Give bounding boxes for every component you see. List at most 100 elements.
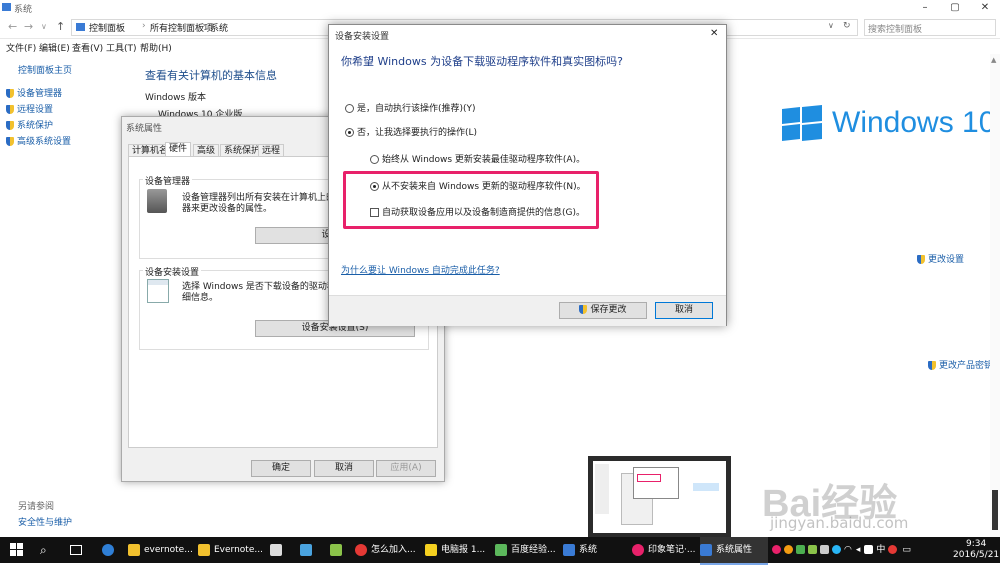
- wifi-icon: ◠: [844, 545, 852, 555]
- store-icon[interactable]: [270, 537, 286, 563]
- sysprop-title: 系统属性: [126, 124, 163, 134]
- sidebar-item-label: 设备管理器: [17, 89, 63, 99]
- save-changes-button[interactable]: 保存更改: [559, 302, 647, 319]
- see-also-security-link[interactable]: 安全性与维护: [18, 515, 72, 528]
- breadcrumb-system[interactable]: 系统: [210, 21, 228, 34]
- shield-tray-icon: [820, 545, 829, 554]
- apply-button[interactable]: 应用(A): [376, 460, 436, 477]
- menu-help[interactable]: 帮助(H): [140, 41, 172, 54]
- search-icon[interactable]: ⌕: [40, 537, 47, 563]
- tray-app-icon: [808, 545, 817, 554]
- forward-icon[interactable]: →: [24, 20, 33, 33]
- tray-app-icon: [796, 545, 805, 554]
- taskbar-item-evernote-1[interactable]: evernote...: [128, 537, 193, 563]
- change-product-key-link[interactable]: 更改产品密钥: [928, 358, 993, 371]
- device-manager-group-label: 设备管理器: [143, 174, 193, 187]
- dialog-title: 设备安装设置: [335, 32, 390, 42]
- sidebar-item-advanced[interactable]: 高级系统设置: [6, 134, 71, 147]
- edge-icon[interactable]: [102, 537, 118, 563]
- clock[interactable]: 9:34 2016/5/21: [953, 539, 999, 561]
- start-button[interactable]: [10, 537, 32, 563]
- option-no-radio[interactable]: 否，让我选择要执行的操作(L): [345, 125, 477, 138]
- shield-icon: [6, 89, 14, 98]
- baidu-app-icon: [495, 543, 507, 556]
- stack-app-icon[interactable]: [330, 537, 346, 563]
- shield-icon: [917, 255, 925, 264]
- menu-tools[interactable]: 工具(T): [106, 41, 137, 54]
- sidebar-home-link[interactable]: 控制面板主页: [18, 63, 72, 76]
- menu-file[interactable]: 文件(F): [6, 41, 36, 54]
- sidebar-item-label: 远程设置: [17, 105, 54, 115]
- yinxiang-icon: [632, 543, 644, 556]
- change-settings-link[interactable]: 更改设置: [917, 252, 964, 265]
- ok-button[interactable]: 确定: [251, 460, 311, 477]
- notification-icon: ▭: [902, 545, 911, 555]
- maximize-button[interactable]: ▢: [940, 0, 970, 16]
- radio-icon: [345, 104, 354, 113]
- sub-option-always-radio[interactable]: 始终从 Windows 更新安装最佳驱动程序软件(A)。: [370, 152, 585, 165]
- taskbar: ⌕ evernote... Evernote... 怎么加入... 电脑报 1.…: [0, 537, 1000, 565]
- edition-label: Windows 版本: [145, 93, 207, 103]
- radio-icon: [370, 155, 379, 164]
- shield-icon: [6, 137, 14, 146]
- dialog-question: 你希望 Windows 为设备下载驱动程序软件和真实图标吗?: [341, 55, 623, 68]
- taskbar-item-howto[interactable]: 怎么加入...: [355, 537, 416, 563]
- title-bar: 系统 – ▢ ✕: [0, 0, 1000, 16]
- taskbar-item-pc-news[interactable]: 电脑报 1...: [425, 537, 485, 563]
- taskbar-item-system-properties[interactable]: 系统属性: [700, 537, 768, 565]
- news-icon: [425, 543, 437, 556]
- tab-hardware[interactable]: 硬件: [165, 142, 192, 157]
- windows-logo-icon: [782, 104, 822, 142]
- device-install-settings-icon: [147, 279, 169, 303]
- control-panel-icon: [76, 23, 85, 31]
- taskbar-item-evernote-2[interactable]: Evernote...: [198, 537, 263, 563]
- close-button[interactable]: ✕: [970, 0, 1000, 16]
- taskbar-thumbnail-preview[interactable]: [588, 456, 731, 538]
- thumbnail-content: [593, 461, 726, 533]
- refresh-icon[interactable]: ↻: [843, 21, 851, 31]
- why-auto-link[interactable]: 为什么要让 Windows 自动完成此任务?: [341, 263, 500, 276]
- sidebar-item-protection[interactable]: 系统保护: [6, 118, 53, 131]
- windows-start-icon: [10, 543, 23, 556]
- taskbar-item-yinxiang[interactable]: 印象笔记·...: [632, 537, 695, 563]
- volume-icon: ◂: [855, 545, 861, 555]
- task-view-icon[interactable]: [70, 537, 82, 563]
- minimize-button[interactable]: –: [910, 0, 940, 16]
- ime-icon: [888, 545, 898, 554]
- dialog-footer: 保存更改 取消: [329, 295, 726, 326]
- dialog-cancel-button[interactable]: 取消: [655, 302, 713, 319]
- option-yes-radio[interactable]: 是，自动执行该操作(推荐)(Y): [345, 101, 476, 114]
- sidebar-item-device-manager[interactable]: 设备管理器: [6, 86, 62, 99]
- dialog-close-button[interactable]: ✕: [710, 28, 718, 39]
- menu-edit[interactable]: 编辑(E): [39, 41, 70, 54]
- scrollbar[interactable]: ▲: [990, 54, 1000, 537]
- system-window-icon: [2, 3, 11, 11]
- see-also-title: 另请参阅: [18, 502, 55, 512]
- sidebar-item-remote[interactable]: 远程设置: [6, 102, 53, 115]
- recent-chevron-icon[interactable]: ∨: [41, 22, 47, 31]
- sysprop-cancel-button[interactable]: 取消: [314, 460, 374, 477]
- menu-view[interactable]: 查看(V): [72, 41, 103, 54]
- address-dropdown-icon[interactable]: ∨: [828, 21, 834, 30]
- tray-app-icon: [772, 545, 781, 554]
- search-input[interactable]: 搜索控制面板: [864, 19, 996, 36]
- device-manager-icon: [147, 189, 167, 213]
- shield-icon: [579, 305, 588, 314]
- taskbar-item-system[interactable]: 系统: [563, 537, 597, 563]
- up-icon[interactable]: ↑: [56, 20, 65, 33]
- window-title: 系统: [14, 5, 33, 15]
- bird-app-icon[interactable]: [300, 537, 316, 563]
- taskbar-item-baidu[interactable]: 百度经验...: [495, 537, 556, 563]
- folder-icon: [128, 543, 140, 556]
- device-install-text-2: 细信息。: [182, 293, 219, 303]
- radio-selected-icon: [345, 128, 354, 137]
- device-install-dialog: 设备安装设置 ✕ 你希望 Windows 为设备下载驱动程序软件和真实图标吗? …: [328, 24, 727, 326]
- shield-icon: [928, 361, 936, 370]
- system-icon: [563, 543, 575, 556]
- sidebar-item-label: 系统保护: [17, 121, 54, 131]
- system-properties-icon: [700, 543, 712, 556]
- tray-app-icon: [832, 545, 841, 554]
- back-icon[interactable]: ←: [8, 20, 17, 33]
- breadcrumb-control-panel[interactable]: 控制面板: [89, 21, 125, 34]
- tray-icons[interactable]: ◠ ◂ 中 ▭: [772, 537, 911, 563]
